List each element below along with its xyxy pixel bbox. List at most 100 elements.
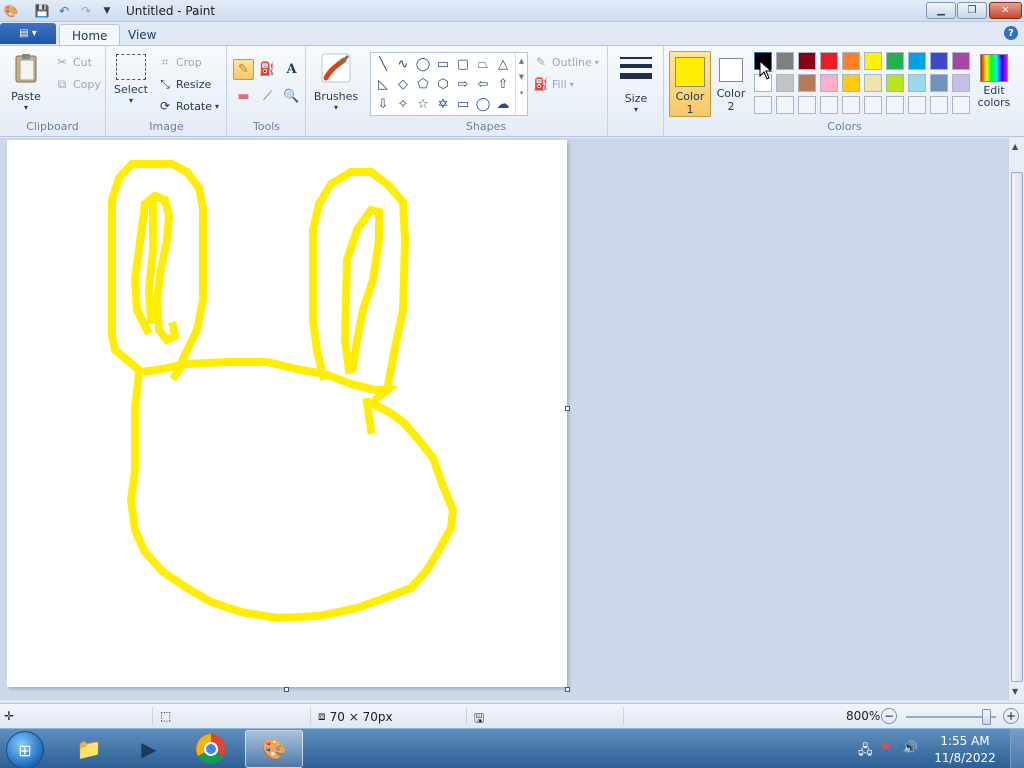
down-arrow-shape-icon[interactable]: ⇩	[373, 94, 393, 114]
palette-swatch[interactable]	[952, 74, 970, 92]
tab-view[interactable]: View	[116, 24, 168, 46]
palette-swatch[interactable]	[952, 52, 970, 70]
palette-swatch[interactable]	[820, 52, 838, 70]
volume-icon[interactable]: 🔊	[902, 741, 918, 756]
curve-shape-icon[interactable]: ∿	[393, 54, 413, 74]
four-point-star-shape-icon[interactable]: ✧	[393, 94, 413, 114]
palette-swatch[interactable]	[886, 52, 904, 70]
custom-color-slot[interactable]	[798, 96, 816, 114]
outline-button[interactable]: ✎ Outline ▾	[533, 54, 599, 70]
palette-swatch[interactable]	[820, 74, 838, 92]
palette-swatch[interactable]	[864, 74, 882, 92]
triangle-shape-icon[interactable]: △	[493, 54, 513, 74]
scroll-up-icon[interactable]: ▲	[1012, 142, 1018, 151]
help-icon[interactable]: ?	[1004, 26, 1018, 40]
taskbar-chrome[interactable]	[182, 730, 240, 768]
custom-color-slot[interactable]	[908, 96, 926, 114]
vertical-scrollbar[interactable]: ▲ ▼	[1008, 138, 1024, 700]
save-icon[interactable]: 💾	[34, 3, 50, 19]
palette-swatch[interactable]	[864, 52, 882, 70]
zoom-in-button[interactable]: +	[1003, 708, 1019, 724]
shapes-scroll[interactable]: ▲ ▼ ▾	[515, 53, 527, 115]
color1-button[interactable]: Color 1	[669, 51, 711, 117]
paint-menu-button[interactable]: ▤ ▾	[0, 23, 56, 44]
undo-icon[interactable]: ↶	[56, 3, 72, 19]
callout-cloud-shape-icon[interactable]: ☁	[493, 94, 513, 114]
palette-swatch[interactable]	[798, 74, 816, 92]
drawing-canvas[interactable]	[7, 140, 570, 692]
rotate-button[interactable]: ⟳ Rotate ▾	[157, 98, 219, 114]
rectangle-shape-icon[interactable]: ▭	[433, 54, 453, 74]
clock-date[interactable]: 11/8/2022	[930, 751, 1000, 765]
scroll-down-icon[interactable]: ▼	[1012, 687, 1018, 696]
color2-button[interactable]: Color 2	[713, 51, 749, 117]
line-shape-icon[interactable]: ╲	[373, 54, 393, 74]
paste-button[interactable]: Paste ▾	[6, 52, 46, 112]
six-point-star-shape-icon[interactable]: ✡	[433, 94, 453, 114]
palette-swatch[interactable]	[776, 52, 794, 70]
edit-colors-button[interactable]: Edit colors	[976, 54, 1012, 109]
palette-swatch[interactable]	[886, 74, 904, 92]
custom-color-slot[interactable]	[864, 96, 882, 114]
custom-color-slot[interactable]	[886, 96, 904, 114]
palette-swatch[interactable]	[776, 74, 794, 92]
maximize-button[interactable]: ❐	[957, 2, 987, 19]
right-triangle-shape-icon[interactable]: ◺	[373, 74, 393, 94]
zoom-slider-thumb[interactable]	[982, 709, 991, 725]
pencil-tool[interactable]: ✎	[233, 59, 254, 80]
right-arrow-shape-icon[interactable]: ⇨	[453, 74, 473, 94]
scrollbar-thumb[interactable]	[1011, 172, 1023, 682]
taskbar-paint[interactable]: 🎨	[245, 730, 303, 768]
custom-color-slot[interactable]	[776, 96, 794, 114]
color-picker-tool[interactable]: ⟋	[257, 86, 278, 107]
callout-oval-shape-icon[interactable]: ◯	[473, 94, 493, 114]
taskbar-media-player[interactable]: ▶	[120, 730, 178, 768]
resize-handle-bottom[interactable]	[284, 687, 289, 692]
palette-swatch[interactable]	[842, 74, 860, 92]
close-button[interactable]: ✕	[989, 2, 1022, 19]
network-icon[interactable]: 🖧	[858, 741, 873, 763]
custom-color-slot[interactable]	[842, 96, 860, 114]
minimize-button[interactable]: ▁	[926, 2, 956, 19]
copy-button[interactable]: ⧉ Copy	[54, 76, 101, 92]
palette-swatch[interactable]	[930, 74, 948, 92]
palette-swatch[interactable]	[930, 52, 948, 70]
pentagon-shape-icon[interactable]: ⬠	[413, 74, 433, 94]
taskbar-explorer[interactable]: 📁	[60, 730, 118, 768]
resize-handle-corner[interactable]	[565, 687, 570, 692]
resize-button[interactable]: ⤡ Resize	[157, 76, 211, 92]
diamond-shape-icon[interactable]: ◇	[393, 74, 413, 94]
up-arrow-shape-icon[interactable]: ⇧	[493, 74, 513, 94]
cut-button[interactable]: ✂ Cut	[54, 54, 92, 70]
fill-button[interactable]: ⛽ Fill ▾	[533, 76, 574, 92]
custom-color-slot[interactable]	[754, 96, 772, 114]
palette-swatch[interactable]	[908, 74, 926, 92]
brushes-button[interactable]: Brushes ▾	[313, 52, 359, 112]
palette-swatch[interactable]	[798, 52, 816, 70]
callout-rectangle-shape-icon[interactable]: ▭	[453, 94, 473, 114]
crop-button[interactable]: ⌗ Crop	[157, 54, 202, 70]
hexagon-shape-icon[interactable]: ⬡	[433, 74, 453, 94]
resize-handle-right[interactable]	[565, 406, 570, 411]
paint-app-icon[interactable]: 🎨	[3, 3, 19, 19]
fill-tool[interactable]: ⛽	[257, 59, 278, 80]
palette-swatch[interactable]	[908, 52, 926, 70]
magnifier-tool[interactable]: 🔍	[281, 86, 302, 107]
custom-color-slot[interactable]	[930, 96, 948, 114]
polygon-shape-icon[interactable]: ⏢	[473, 54, 493, 74]
clock-time[interactable]: 1:55 AM	[930, 734, 1000, 748]
tab-home[interactable]: Home	[59, 24, 121, 46]
customize-quick-access-icon[interactable]: ▼	[99, 3, 115, 19]
start-button[interactable]: ⊞	[6, 731, 44, 768]
custom-color-slot[interactable]	[952, 96, 970, 114]
left-arrow-shape-icon[interactable]: ⇦	[473, 74, 493, 94]
custom-color-slot[interactable]	[820, 96, 838, 114]
show-desktop-button[interactable]	[1010, 729, 1024, 768]
select-button[interactable]: Select ▾	[113, 54, 149, 105]
five-point-star-shape-icon[interactable]: ☆	[413, 94, 433, 114]
rounded-rectangle-shape-icon[interactable]: ▢	[453, 54, 473, 74]
eraser-tool[interactable]: ▬	[233, 86, 254, 107]
oval-shape-icon[interactable]: ◯	[413, 54, 433, 74]
redo-icon[interactable]: ↷	[78, 3, 94, 19]
action-center-icon[interactable]: ⚑	[880, 741, 892, 756]
